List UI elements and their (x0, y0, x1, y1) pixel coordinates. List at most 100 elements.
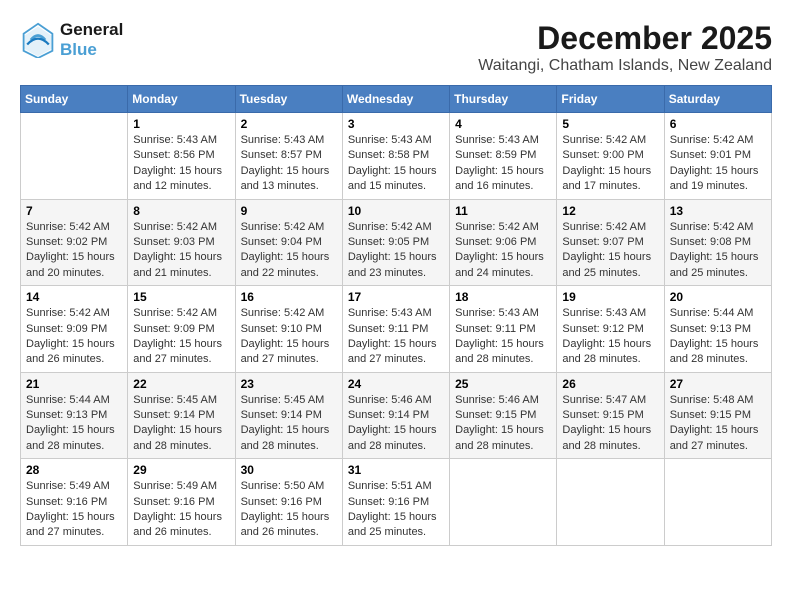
calendar-cell: 30 Sunrise: 5:50 AM Sunset: 9:16 PM Dayli… (235, 459, 342, 546)
calendar-cell: 27 Sunrise: 5:48 AM Sunset: 9:15 PM Dayli… (664, 372, 771, 459)
day-number: 2 (241, 117, 337, 131)
day-number: 21 (26, 377, 122, 391)
day-number: 31 (348, 463, 444, 477)
calendar-cell: 25 Sunrise: 5:46 AM Sunset: 9:15 PM Dayli… (450, 372, 557, 459)
day-info: Sunrise: 5:42 AM Sunset: 9:08 PM Dayligh… (670, 220, 766, 282)
day-info: Sunrise: 5:43 AM Sunset: 9:11 PM Dayligh… (455, 306, 551, 368)
calendar-cell: 31 Sunrise: 5:51 AM Sunset: 9:16 PM Dayli… (342, 459, 449, 546)
day-info: Sunrise: 5:42 AM Sunset: 9:01 PM Dayligh… (670, 133, 766, 195)
day-number: 30 (241, 463, 337, 477)
day-header-wednesday: Wednesday (342, 86, 449, 113)
day-number: 13 (670, 204, 766, 218)
calendar-week-row: 7 Sunrise: 5:42 AM Sunset: 9:02 PM Daylig… (21, 199, 772, 286)
calendar-cell: 18 Sunrise: 5:43 AM Sunset: 9:11 PM Dayli… (450, 286, 557, 373)
calendar-week-row: 1 Sunrise: 5:43 AM Sunset: 8:56 PM Daylig… (21, 113, 772, 200)
calendar-cell: 28 Sunrise: 5:49 AM Sunset: 9:16 PM Dayli… (21, 459, 128, 546)
calendar-table: SundayMondayTuesdayWednesdayThursdayFrid… (20, 85, 772, 546)
day-number: 23 (241, 377, 337, 391)
day-header-thursday: Thursday (450, 86, 557, 113)
day-info: Sunrise: 5:42 AM Sunset: 9:09 PM Dayligh… (26, 306, 122, 368)
calendar-cell: 19 Sunrise: 5:43 AM Sunset: 9:12 PM Dayli… (557, 286, 664, 373)
calendar-cell: 3Sunrise: 5:43 AM Sunset: 8:58 PM Daylig… (342, 113, 449, 200)
calendar-cell (664, 459, 771, 546)
day-number: 8 (133, 204, 229, 218)
calendar-cell (450, 459, 557, 546)
day-number: 29 (133, 463, 229, 477)
day-info: Sunrise: 5:46 AM Sunset: 9:15 PM Dayligh… (455, 393, 551, 455)
calendar-cell: 7 Sunrise: 5:42 AM Sunset: 9:02 PM Daylig… (21, 199, 128, 286)
calendar-cell: 8 Sunrise: 5:42 AM Sunset: 9:03 PM Daylig… (128, 199, 235, 286)
day-info: Sunrise: 5:47 AM Sunset: 9:15 PM Dayligh… (562, 393, 658, 455)
calendar-cell: 11 Sunrise: 5:42 AM Sunset: 9:06 PM Dayli… (450, 199, 557, 286)
calendar-week-row: 28 Sunrise: 5:49 AM Sunset: 9:16 PM Dayli… (21, 459, 772, 546)
calendar-cell: 2 Sunrise: 5:43 AM Sunset: 8:57 PM Daylig… (235, 113, 342, 200)
day-number: 28 (26, 463, 122, 477)
calendar-cell: 20Sunrise: 5:44 AM Sunset: 9:13 PM Dayli… (664, 286, 771, 373)
day-info: Sunrise: 5:42 AM Sunset: 9:09 PM Dayligh… (133, 306, 229, 368)
calendar-cell: 23 Sunrise: 5:45 AM Sunset: 9:14 PM Dayli… (235, 372, 342, 459)
day-info: Sunrise: 5:42 AM Sunset: 9:04 PM Dayligh… (241, 220, 337, 282)
calendar-header-row: SundayMondayTuesdayWednesdayThursdayFrid… (21, 86, 772, 113)
calendar-cell: 21Sunrise: 5:44 AM Sunset: 9:13 PM Dayli… (21, 372, 128, 459)
day-info: Sunrise: 5:43 AM Sunset: 8:56 PM Dayligh… (133, 133, 229, 195)
day-number: 14 (26, 290, 122, 304)
day-info: Sunrise: 5:42 AM Sunset: 9:10 PM Dayligh… (241, 306, 337, 368)
day-info: Sunrise: 5:49 AM Sunset: 9:16 PM Dayligh… (26, 479, 122, 541)
day-number: 18 (455, 290, 551, 304)
calendar-cell: 6 Sunrise: 5:42 AM Sunset: 9:01 PM Daylig… (664, 113, 771, 200)
day-number: 25 (455, 377, 551, 391)
day-number: 11 (455, 204, 551, 218)
day-number: 20 (670, 290, 766, 304)
calendar-cell: 9 Sunrise: 5:42 AM Sunset: 9:04 PM Daylig… (235, 199, 342, 286)
day-number: 24 (348, 377, 444, 391)
day-number: 4 (455, 117, 551, 131)
day-number: 27 (670, 377, 766, 391)
day-info: Sunrise: 5:42 AM Sunset: 9:02 PM Dayligh… (26, 220, 122, 282)
calendar-week-row: 14 Sunrise: 5:42 AM Sunset: 9:09 PM Dayli… (21, 286, 772, 373)
calendar-cell: 1 Sunrise: 5:43 AM Sunset: 8:56 PM Daylig… (128, 113, 235, 200)
calendar-week-row: 21Sunrise: 5:44 AM Sunset: 9:13 PM Dayli… (21, 372, 772, 459)
day-info: Sunrise: 5:43 AM Sunset: 8:59 PM Dayligh… (455, 133, 551, 195)
day-number: 22 (133, 377, 229, 391)
calendar-cell (557, 459, 664, 546)
calendar-cell: 15 Sunrise: 5:42 AM Sunset: 9:09 PM Dayli… (128, 286, 235, 373)
day-number: 19 (562, 290, 658, 304)
day-info: Sunrise: 5:51 AM Sunset: 9:16 PM Dayligh… (348, 479, 444, 541)
day-number: 17 (348, 290, 444, 304)
day-header-friday: Friday (557, 86, 664, 113)
day-number: 12 (562, 204, 658, 218)
day-info: Sunrise: 5:42 AM Sunset: 9:03 PM Dayligh… (133, 220, 229, 282)
day-number: 26 (562, 377, 658, 391)
day-info: Sunrise: 5:50 AM Sunset: 9:16 PM Dayligh… (241, 479, 337, 541)
day-number: 15 (133, 290, 229, 304)
calendar-cell (21, 113, 128, 200)
logo-text: General Blue (60, 20, 123, 60)
day-number: 6 (670, 117, 766, 131)
calendar-cell: 4 Sunrise: 5:43 AM Sunset: 8:59 PM Daylig… (450, 113, 557, 200)
day-number: 16 (241, 290, 337, 304)
calendar-cell: 5Sunrise: 5:42 AM Sunset: 9:00 PM Daylig… (557, 113, 664, 200)
day-info: Sunrise: 5:48 AM Sunset: 9:15 PM Dayligh… (670, 393, 766, 455)
day-number: 1 (133, 117, 229, 131)
day-info: Sunrise: 5:43 AM Sunset: 9:12 PM Dayligh… (562, 306, 658, 368)
logo: General Blue (20, 20, 123, 60)
day-header-tuesday: Tuesday (235, 86, 342, 113)
day-number: 3 (348, 117, 444, 131)
calendar-cell: 22 Sunrise: 5:45 AM Sunset: 9:14 PM Dayli… (128, 372, 235, 459)
day-info: Sunrise: 5:42 AM Sunset: 9:06 PM Dayligh… (455, 220, 551, 282)
calendar-cell: 10Sunrise: 5:42 AM Sunset: 9:05 PM Dayli… (342, 199, 449, 286)
day-number: 5 (562, 117, 658, 131)
day-number: 7 (26, 204, 122, 218)
calendar-cell: 12Sunrise: 5:42 AM Sunset: 9:07 PM Dayli… (557, 199, 664, 286)
calendar-cell: 13 Sunrise: 5:42 AM Sunset: 9:08 PM Dayli… (664, 199, 771, 286)
calendar-cell: 26 Sunrise: 5:47 AM Sunset: 9:15 PM Dayli… (557, 372, 664, 459)
day-info: Sunrise: 5:45 AM Sunset: 9:14 PM Dayligh… (241, 393, 337, 455)
logo-icon (20, 22, 56, 58)
day-number: 10 (348, 204, 444, 218)
day-info: Sunrise: 5:45 AM Sunset: 9:14 PM Dayligh… (133, 393, 229, 455)
calendar-cell: 29Sunrise: 5:49 AM Sunset: 9:16 PM Dayli… (128, 459, 235, 546)
day-header-saturday: Saturday (664, 86, 771, 113)
title-block: December 2025 Waitangi, Chatham Islands,… (478, 20, 772, 75)
day-info: Sunrise: 5:43 AM Sunset: 8:57 PM Dayligh… (241, 133, 337, 195)
day-number: 9 (241, 204, 337, 218)
